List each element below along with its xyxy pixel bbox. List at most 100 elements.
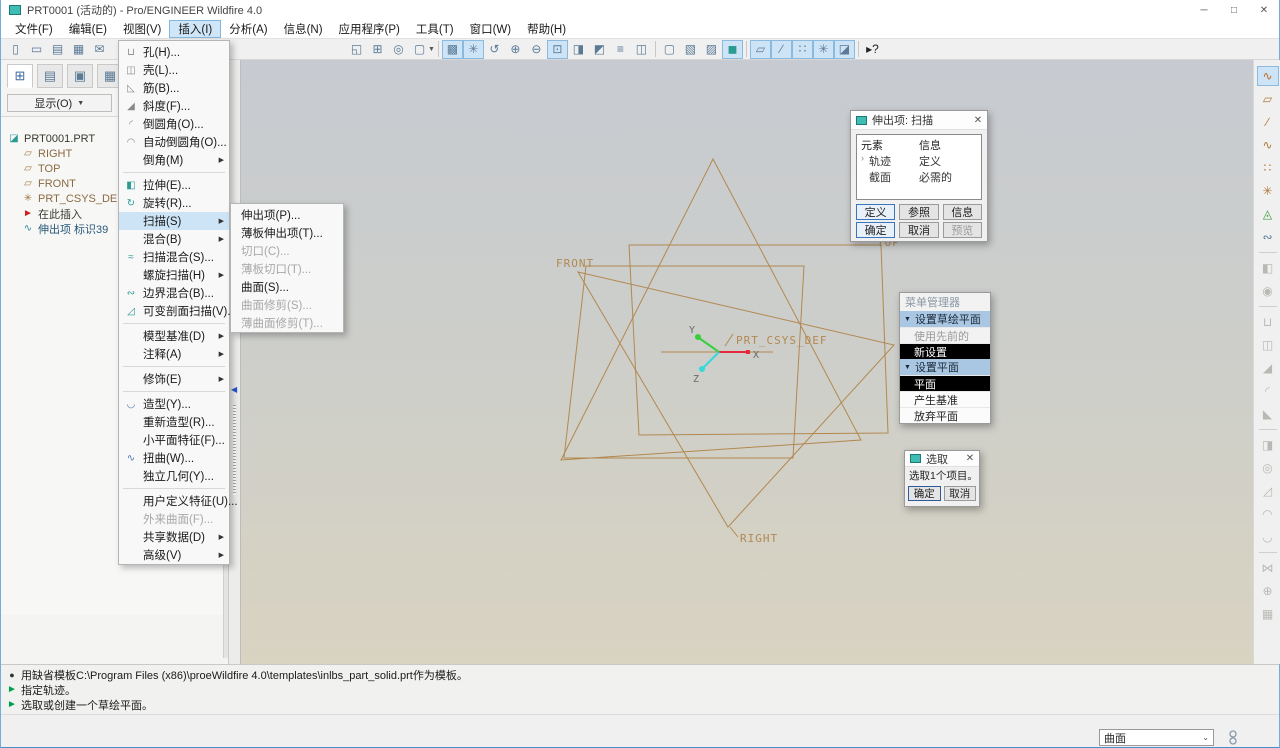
- refit-button[interactable]: ⊡: [547, 40, 568, 59]
- menu-item-warp[interactable]: ∿扭曲(W)...: [119, 449, 229, 467]
- menu-item-model-datum[interactable]: 模型基准(D)▶: [119, 327, 229, 345]
- submenu-item-protrusion[interactable]: 伸出项(P)...: [231, 206, 343, 224]
- annotation-display-button[interactable]: ◪: [834, 40, 855, 59]
- menu-item-udf[interactable]: 用户定义特征(U)...: [119, 492, 229, 510]
- revolve-cut-tool-button[interactable]: ◎: [1257, 458, 1279, 478]
- menu-view[interactable]: 视图(V): [115, 20, 169, 38]
- new-file-button[interactable]: ▯: [5, 40, 26, 59]
- submenu-item-cut[interactable]: 切口(C)...: [231, 242, 343, 260]
- collapse-panel-icon[interactable]: ◀: [231, 385, 237, 394]
- tree-show-button[interactable]: 显示(O) ▼: [7, 94, 112, 112]
- select-ok-button[interactable]: 确定: [908, 486, 941, 501]
- filter-funnel-icon[interactable]: [1225, 730, 1241, 746]
- submenu-item-surface[interactable]: 曲面(S)...: [231, 278, 343, 296]
- menu-item-shell[interactable]: ◫壳(L)...: [119, 61, 229, 79]
- menu-item-annotations[interactable]: 注释(A)▶: [119, 345, 229, 363]
- point-display-button[interactable]: ∷: [792, 40, 813, 59]
- menu-help[interactable]: 帮助(H): [519, 20, 574, 38]
- dialog-close-icon[interactable]: ✕: [969, 115, 987, 126]
- minimize-button[interactable]: ─: [1189, 0, 1219, 20]
- menu-item-revolve[interactable]: ↻旋转(R)...: [119, 194, 229, 212]
- select-items-caret-icon[interactable]: ▼: [428, 46, 435, 53]
- element-row-trajectory[interactable]: › 轨迹 定义: [861, 153, 977, 169]
- menu-tools[interactable]: 工具(T): [408, 20, 462, 38]
- hidden-line-button[interactable]: ▧: [680, 40, 701, 59]
- datum-curve-tool-button[interactable]: ∿: [1257, 135, 1279, 155]
- menu-item-advanced[interactable]: 高级(V)▶: [119, 546, 229, 564]
- round-tool-button[interactable]: ◜: [1257, 381, 1279, 401]
- new-setup-item[interactable]: 新设置: [900, 343, 990, 359]
- preview-button[interactable]: 预览: [943, 222, 982, 238]
- extrude-cut-tool-button[interactable]: ◨: [1257, 435, 1279, 455]
- menu-analysis[interactable]: 分析(A): [221, 20, 275, 38]
- zoom-in-button[interactable]: ⊕: [505, 40, 526, 59]
- reorient-button[interactable]: ◨: [568, 40, 589, 59]
- datum-csys-tool-button[interactable]: ✳: [1257, 181, 1279, 201]
- send-button[interactable]: ✉: [89, 40, 110, 59]
- menu-item-rib[interactable]: ◺筋(B)...: [119, 79, 229, 97]
- quit-plane-item[interactable]: 放弃平面: [900, 407, 990, 423]
- hole-tool-button[interactable]: ⊔: [1257, 312, 1279, 332]
- boundary-blend-tool-button[interactable]: ◠: [1257, 504, 1279, 524]
- folder-browser-tab[interactable]: ▤: [37, 64, 63, 88]
- menu-item-variable-section-sweep[interactable]: ◿可变剖面扫描(V)...: [119, 302, 229, 320]
- model-tree-tab[interactable]: ⊞: [7, 64, 33, 88]
- csys-display-button[interactable]: ✳: [813, 40, 834, 59]
- regenerate-button[interactable]: ⊞: [367, 40, 388, 59]
- menu-item-swept-blend[interactable]: ≈扫描混合(S)...: [119, 248, 229, 266]
- open-file-button[interactable]: ▭: [26, 40, 47, 59]
- menu-window[interactable]: 窗口(W): [462, 20, 520, 38]
- orient-mode-button[interactable]: ↺: [484, 40, 505, 59]
- shaded-button[interactable]: ◼: [722, 40, 743, 59]
- dialog-close-icon[interactable]: ✕: [961, 453, 979, 464]
- menu-item-shared-data[interactable]: 共享数据(D)▶: [119, 528, 229, 546]
- view-manager-button[interactable]: ◫: [631, 40, 652, 59]
- datum-plane-tool-button[interactable]: ▱: [1257, 89, 1279, 109]
- close-button[interactable]: ✕: [1249, 0, 1279, 20]
- merge-tool-button[interactable]: ⊕: [1257, 581, 1279, 601]
- favorites-tab[interactable]: ▣: [67, 64, 93, 88]
- menu-info[interactable]: 信息(N): [276, 20, 331, 38]
- setup-plane-header[interactable]: ▼ 设置平面: [900, 359, 990, 375]
- menu-item-extrude[interactable]: ◧拉伸(E)...: [119, 176, 229, 194]
- menu-item-cosmetic[interactable]: 修饰(E)▶: [119, 370, 229, 388]
- chamfer-tool-button[interactable]: ◣: [1257, 404, 1279, 424]
- paste-button[interactable]: ◱: [346, 40, 367, 59]
- submenu-item-thin-surface-trim[interactable]: 薄曲面修剪(T)...: [231, 314, 343, 332]
- no-hidden-button[interactable]: ▨: [701, 40, 722, 59]
- panel-splitter[interactable]: ◀: [229, 60, 241, 664]
- shell-tool-button[interactable]: ◫: [1257, 335, 1279, 355]
- menu-insert[interactable]: 插入(I): [169, 20, 221, 38]
- plane-item[interactable]: 平面: [900, 375, 990, 391]
- menu-item-hole[interactable]: ⊔孔(H)...: [119, 43, 229, 61]
- udf-link-tool-button[interactable]: ∾: [1257, 227, 1279, 247]
- context-help-button[interactable]: ▸?: [862, 40, 883, 59]
- menu-item-auto-round[interactable]: ◠自动倒圆角(O)...: [119, 133, 229, 151]
- menu-item-style[interactable]: ◡造型(Y)...: [119, 395, 229, 413]
- wireframe-button[interactable]: ▢: [659, 40, 680, 59]
- select-cancel-button[interactable]: 取消: [944, 486, 977, 501]
- submenu-item-thin-protrusion[interactable]: 薄板伸出项(T)...: [231, 224, 343, 242]
- ok-button[interactable]: 确定: [856, 222, 895, 238]
- menu-item-independent-geometry[interactable]: 独立几何(Y)...: [119, 467, 229, 485]
- menu-applications[interactable]: 应用程序(P): [331, 20, 408, 38]
- define-button[interactable]: 定义: [856, 204, 895, 220]
- extrude-tool-button[interactable]: ◧: [1257, 258, 1279, 278]
- spin-center-button[interactable]: ✳: [463, 40, 484, 59]
- menu-item-draft[interactable]: ◢斜度(F)...: [119, 97, 229, 115]
- saved-views-button[interactable]: ◩: [589, 40, 610, 59]
- style-tool-button[interactable]: ◡: [1257, 527, 1279, 547]
- info-button[interactable]: 信息: [943, 204, 982, 220]
- splitter-grip[interactable]: [233, 405, 236, 495]
- menu-item-restyle[interactable]: 重新造型(R)...: [119, 413, 229, 431]
- pattern-tool-button[interactable]: ▦: [1257, 604, 1279, 624]
- analysis-tool-button[interactable]: ◬: [1257, 204, 1279, 224]
- select-items-button[interactable]: ▢: [409, 40, 430, 59]
- submenu-item-surface-trim[interactable]: 曲面修剪(S)...: [231, 296, 343, 314]
- use-previous-item[interactable]: 使用先前的: [900, 327, 990, 343]
- maximize-button[interactable]: □: [1219, 0, 1249, 20]
- menu-item-chamfer[interactable]: 倒角(M)▶: [119, 151, 229, 169]
- element-list[interactable]: 元素 信息 › 轨迹 定义 截面 必需的: [856, 134, 982, 200]
- menu-item-blend[interactable]: 混合(B)▶: [119, 230, 229, 248]
- variable-section-sweep-tool-button[interactable]: ◿: [1257, 481, 1279, 501]
